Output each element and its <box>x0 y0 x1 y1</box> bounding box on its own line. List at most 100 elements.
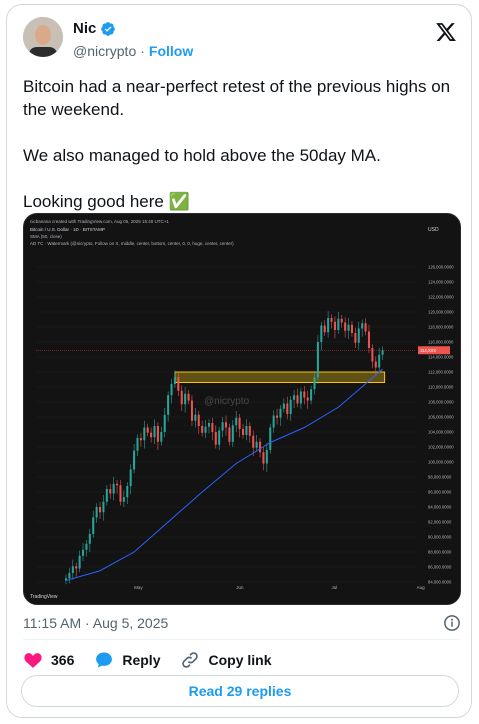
y-tick-label: 86,000.0000 <box>428 565 452 570</box>
copy-link-button[interactable]: Copy link <box>180 650 272 670</box>
candle <box>316 335 319 384</box>
y-tick-label: 90,000.0000 <box>428 535 452 540</box>
candle <box>204 420 207 438</box>
reply-button[interactable]: Reply <box>94 650 160 670</box>
candle-body <box>221 422 224 431</box>
candle-body <box>75 566 78 569</box>
candle-body <box>78 555 81 569</box>
x-tick-label: Jun <box>236 585 244 590</box>
candle <box>320 321 323 351</box>
candle <box>201 420 204 437</box>
candle <box>293 390 296 408</box>
info-icon[interactable] <box>443 614 461 632</box>
candle <box>344 317 347 338</box>
candle <box>361 319 364 337</box>
candle <box>269 423 272 454</box>
avatar[interactable] <box>23 17 63 57</box>
candle-body <box>364 323 367 332</box>
y-tick-label: 84,000.0000 <box>428 580 452 585</box>
candle <box>112 477 115 501</box>
like-button[interactable]: 366 <box>23 650 74 670</box>
candle-body <box>269 427 272 450</box>
x-logo-icon[interactable] <box>435 21 457 43</box>
candle-body <box>310 389 313 401</box>
handle-row: @nicrypto · Follow <box>73 43 193 59</box>
candle <box>109 483 112 499</box>
candle <box>119 480 122 506</box>
chart-watermark: @nicrypto <box>204 396 250 407</box>
candle-body <box>82 549 85 556</box>
x-tick-label: Jul <box>332 585 338 590</box>
candle-body <box>163 414 166 432</box>
tweet-timestamp[interactable]: 11:15 AM · Aug 5, 2025 <box>23 615 168 631</box>
candle <box>75 562 78 577</box>
candle <box>146 423 149 437</box>
candle-body <box>333 321 336 330</box>
candle-body <box>184 393 187 405</box>
candle-body <box>146 427 149 433</box>
chart-image[interactable]: nicbanana created with TradingView.com, … <box>23 213 461 605</box>
y-tick-label: 108,000.0000 <box>428 400 454 405</box>
candle-body <box>187 393 190 401</box>
author-name-row[interactable]: Nic <box>73 20 116 37</box>
candle-body <box>173 377 176 384</box>
x-tick-label: Aug <box>417 585 426 590</box>
follow-button[interactable]: Follow <box>149 43 193 59</box>
candle <box>85 540 88 557</box>
candle-body <box>381 350 384 355</box>
candle <box>238 414 241 438</box>
candle <box>214 425 217 449</box>
retest-zone <box>174 371 386 383</box>
candle-body <box>367 331 370 348</box>
candle-body <box>160 432 163 442</box>
candle <box>126 482 129 504</box>
candle-body <box>265 450 268 464</box>
candle-body <box>116 483 119 486</box>
candle-body <box>228 427 231 442</box>
chart-ma-line: SMA (50, close) <box>30 234 62 239</box>
candle <box>180 385 183 411</box>
reply-bubble-icon <box>96 652 113 668</box>
candle-body <box>245 426 248 435</box>
candle <box>306 390 309 409</box>
candle <box>207 419 210 434</box>
candle <box>381 346 384 360</box>
y-tick-label: 98,000.0000 <box>428 475 452 480</box>
author-handle[interactable]: @nicrypto <box>73 43 136 59</box>
candle <box>357 321 360 350</box>
author-name[interactable]: Nic <box>73 20 96 37</box>
candle <box>286 396 289 420</box>
candle <box>163 408 166 438</box>
y-tick-label: 106,000.0000 <box>428 415 454 420</box>
candle <box>211 417 214 441</box>
candle <box>296 388 299 408</box>
read-replies-button[interactable]: Read 29 replies <box>21 675 459 707</box>
candle-body <box>224 422 228 428</box>
y-tick-label: 120,000.0000 <box>428 310 454 315</box>
candle <box>116 480 119 494</box>
candle-body <box>296 395 299 404</box>
candle-body <box>129 469 132 486</box>
candle-body <box>201 426 204 433</box>
copy-link-label: Copy link <box>208 652 272 668</box>
y-tick-label: 96,000.0000 <box>428 490 452 495</box>
candle-body <box>126 486 129 498</box>
candle-body <box>119 485 122 502</box>
candle-body <box>122 497 125 502</box>
link-icon <box>182 652 199 668</box>
candle-body <box>112 483 115 494</box>
candle <box>71 559 74 580</box>
y-tick-label: 118,000.0000 <box>428 325 454 330</box>
candle-body <box>252 435 255 448</box>
candle-body <box>242 429 245 435</box>
candle-body <box>337 318 340 330</box>
action-bar: 366 Reply Copy link <box>23 650 292 670</box>
candle <box>92 510 95 538</box>
y-tick-label: 124,000.0000 <box>428 280 454 285</box>
candle <box>228 423 231 446</box>
candle <box>330 314 333 329</box>
candle-body <box>143 427 146 441</box>
tradingview-logo: TradingView <box>30 594 58 600</box>
candle <box>184 387 187 413</box>
candle <box>279 405 282 426</box>
